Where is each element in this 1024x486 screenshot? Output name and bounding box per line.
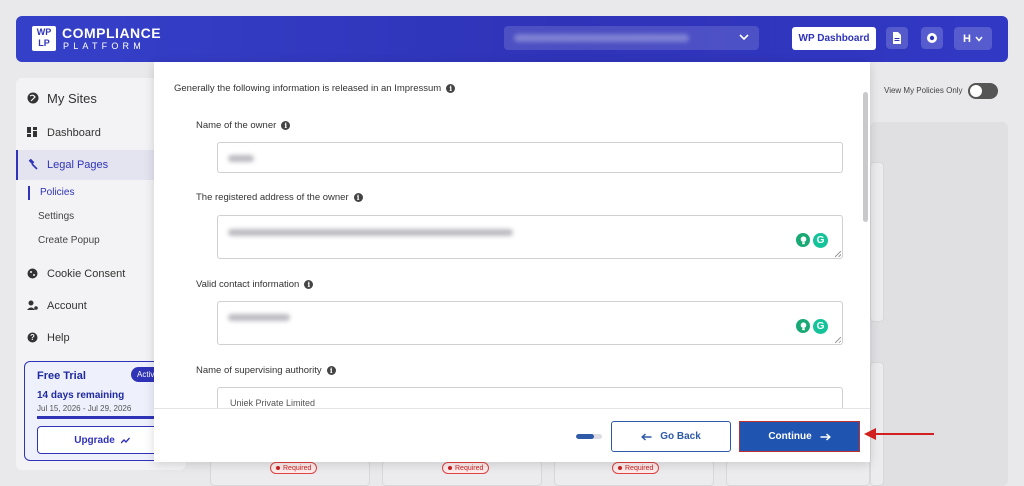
lightbulb-icon[interactable] [796, 233, 810, 247]
step-progress-bar [576, 434, 602, 439]
grammarly-icon[interactable]: G [813, 233, 828, 248]
owner-address-textarea[interactable]: G [217, 215, 843, 259]
user-gear-icon [27, 300, 39, 312]
upgrade-button[interactable]: Upgrade [37, 426, 167, 454]
trial-dates: Jul 15, 2026 - Jul 29, 2026 [37, 404, 132, 413]
continue-label: Continue [768, 431, 812, 442]
user-menu-button[interactable]: H [954, 27, 992, 50]
field-label: Valid contact information [196, 279, 300, 290]
supervising-authority-label: Name of supervising authority i [196, 365, 336, 376]
blurred-value [228, 314, 290, 321]
svg-text:?: ? [30, 333, 35, 342]
owner-name-input[interactable] [217, 142, 843, 173]
contact-info-textarea[interactable]: G [217, 301, 843, 345]
arrow-right-icon [820, 432, 831, 441]
blurred-value [228, 155, 254, 162]
sidebar-subitem-create-popup[interactable]: Create Popup [28, 234, 100, 248]
contact-info-label: Valid contact information i [196, 279, 314, 290]
sidebar-subitem-settings[interactable]: Settings [28, 210, 74, 224]
annotation-arrow-icon [864, 428, 934, 440]
info-icon[interactable]: i [353, 193, 363, 202]
sidebar-item-label: Cookie Consent [47, 268, 126, 280]
info-icon[interactable]: i [281, 121, 291, 130]
required-badge: Required [442, 462, 490, 474]
view-my-policies-toggle[interactable] [968, 83, 998, 99]
resize-handle-icon[interactable] [835, 251, 841, 257]
logo-icon: WP LP [32, 26, 56, 51]
view-my-policies-label: View My Policies Only [884, 86, 963, 95]
resize-handle-icon[interactable] [835, 337, 841, 343]
required-badge: Required [270, 462, 318, 474]
impressum-modal: Generally the following information is r… [154, 62, 870, 462]
cookie-icon [27, 268, 39, 280]
trial-title: Free Trial [37, 370, 86, 382]
wp-dashboard-button[interactable]: WP Dashboard [792, 27, 876, 50]
sidebar-item-label: Help [47, 332, 70, 344]
textarea-assist-icons: G [796, 233, 828, 248]
sidebar-my-sites-label: My Sites [47, 90, 97, 106]
intro-label: Generally the following information is r… [174, 83, 442, 94]
sidebar-subitem-policies[interactable]: Policies [28, 186, 74, 200]
globe-icon [27, 92, 39, 104]
modal-scroll-area[interactable]: Generally the following information is r… [154, 62, 870, 408]
logo-subtitle: PLATFORM [63, 41, 145, 51]
policy-card [870, 162, 884, 322]
modal-scrollbar[interactable] [863, 92, 868, 222]
modal-footer: Go Back Continue [154, 408, 870, 462]
headset-icon [927, 33, 937, 43]
textarea-assist-icons: G [796, 319, 828, 334]
document-icon [893, 32, 901, 44]
trial-days-remaining: 14 days remaining [37, 390, 125, 401]
intro-text: Generally the following information is r… [174, 83, 456, 94]
document-icon-button[interactable] [886, 27, 908, 49]
support-icon-button[interactable] [921, 27, 943, 49]
chevron-down-icon [975, 36, 983, 42]
required-badge: Required [612, 462, 660, 474]
field-value: Uniek Private Limited [230, 398, 316, 408]
help-icon: ? [27, 332, 39, 344]
avatar: H [963, 32, 971, 45]
step-progress-fill [576, 434, 595, 439]
site-selector-value [514, 34, 689, 42]
field-label: The registered address of the owner [196, 192, 349, 203]
go-back-button[interactable]: Go Back [611, 421, 731, 452]
free-trial-card: Free Trial Active 14 days remaining Jul … [24, 361, 174, 461]
sidebar-item-label: Dashboard [47, 127, 101, 139]
go-back-label: Go Back [660, 431, 701, 442]
trend-up-icon [120, 437, 130, 443]
arrow-left-icon [641, 432, 652, 441]
top-header: WP LP COMPLIANCE PLATFORM WP Dashboard H [16, 16, 1008, 62]
owner-address-label: The registered address of the owner i [196, 192, 363, 203]
lightbulb-icon[interactable] [796, 319, 810, 333]
grammarly-icon[interactable]: G [813, 319, 828, 334]
dashboard-icon [27, 127, 39, 139]
info-icon[interactable]: i [446, 84, 456, 93]
info-icon[interactable]: i [326, 366, 336, 375]
chevron-down-icon [739, 34, 749, 41]
logo-title: COMPLIANCE [62, 25, 162, 41]
sidebar-item-label: Legal Pages [47, 159, 109, 171]
upgrade-label: Upgrade [74, 434, 115, 446]
blurred-value [228, 229, 513, 236]
continue-button[interactable]: Continue [739, 421, 860, 452]
owner-name-label: Name of the owner i [196, 120, 291, 131]
site-selector[interactable] [504, 26, 759, 50]
gavel-icon [27, 159, 39, 171]
info-icon[interactable]: i [304, 280, 314, 289]
sidebar-item-label: Account [47, 300, 87, 312]
field-label: Name of supervising authority [196, 365, 322, 376]
policy-card [726, 460, 870, 486]
supervising-authority-textarea[interactable]: Uniek Private Limited [217, 387, 843, 408]
field-label: Name of the owner [196, 120, 277, 131]
